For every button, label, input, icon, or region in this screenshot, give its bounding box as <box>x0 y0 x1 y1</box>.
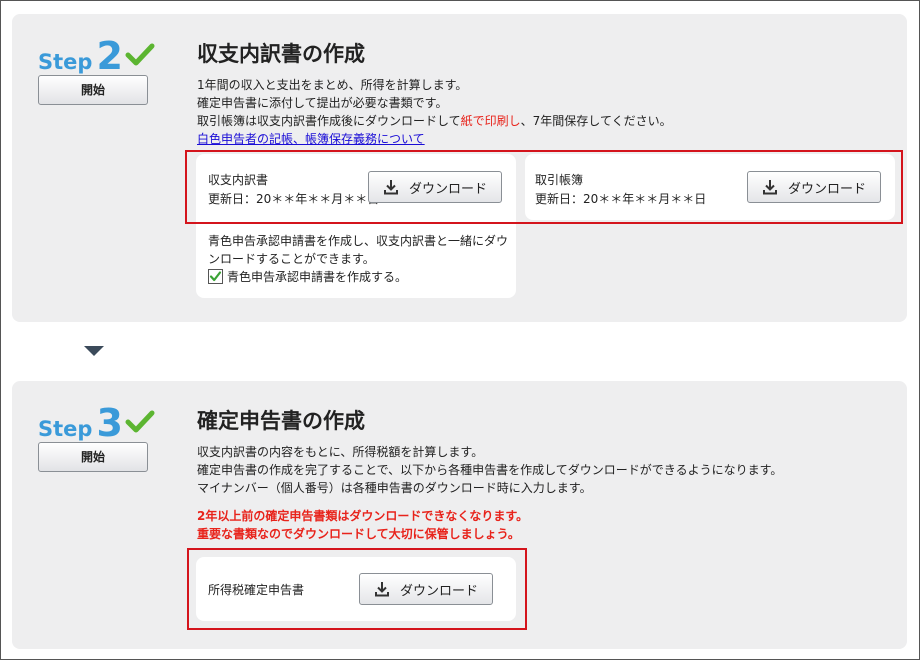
step2-desc-line2: 確定申告書に添付して提出が必要な書類です。 <box>197 96 448 110</box>
income-statement-download-button[interactable]: ダウンロード <box>368 171 502 203</box>
step3-start-button[interactable]: 開始 <box>38 442 148 472</box>
step2-desc-line3-post: 、7年間保存してください。 <box>520 114 672 128</box>
blue-return-checkbox-row: 青色申告承認申請書を作成する。 <box>208 268 407 285</box>
step2-word: Step <box>38 50 93 74</box>
step2-number: 2 <box>96 34 123 78</box>
download-icon <box>383 179 399 195</box>
blue-return-note: 青色申告承認申請書を作成し、収支内訳書と一緒にダウ ンロードすることができます。 <box>208 232 508 268</box>
step3-title: 確定申告書の作成 <box>197 409 365 433</box>
tax-return-card: 所得税確定申告書 ダウンロード <box>196 557 516 621</box>
transaction-ledger-download-label: ダウンロード <box>787 181 866 197</box>
step3-label: Step 3 <box>38 401 155 445</box>
income-statement-download-label: ダウンロード <box>408 181 487 197</box>
step3-desc-line3: マイナンバー（個人番号）は各種申告書のダウンロード時に入力します。 <box>197 481 592 495</box>
income-statement-card: 収支内訳書 更新日：20＊＊年＊＊月＊＊日 ダウンロード 青色申告承認申請書を作… <box>196 154 516 298</box>
download-icon <box>762 179 778 195</box>
step2-content: 収支内訳書の作成 1年間の収入と支出をまとめ、所得を計算します。 確定申告書に添… <box>197 38 672 148</box>
tax-return-download-label: ダウンロード <box>399 583 478 599</box>
step3-desc-line1: 収支内訳書の内容をもとに、所得税額を計算します。 <box>197 445 484 459</box>
blue-return-checkbox[interactable] <box>208 269 223 284</box>
download-icon <box>374 581 390 597</box>
blue-return-checkbox-label: 青色申告承認申請書を作成する。 <box>227 270 408 284</box>
transaction-ledger-name: 取引帳簿 <box>535 173 584 187</box>
arrow-down-icon <box>84 346 104 356</box>
checkmark-icon <box>125 410 155 434</box>
step3-number: 3 <box>96 401 123 445</box>
step2-label: Step 2 <box>38 34 155 78</box>
step3-word: Step <box>38 417 93 441</box>
step3-content: 確定申告書の作成 収支内訳書の内容をもとに、所得税額を計算します。 確定申告書の… <box>197 405 782 543</box>
step2-desc-line1: 1年間の収入と支出をまとめ、所得を計算します。 <box>197 78 468 92</box>
tax-return-name: 所得税確定申告書 <box>208 583 305 597</box>
bookkeeping-obligation-link[interactable]: 白色申告者の記帳、帳簿保存義務について <box>197 130 672 148</box>
step2-desc-line3-pre: 取引帳簿は収支内訳書作成後にダウンロードして <box>197 114 461 128</box>
income-statement-updated: 更新日：20＊＊年＊＊月＊＊日 <box>208 192 380 206</box>
income-statement-name: 収支内訳書 <box>208 173 269 187</box>
transaction-ledger-download-button[interactable]: ダウンロード <box>747 171 881 203</box>
step2-start-button[interactable]: 開始 <box>38 75 148 105</box>
step3-desc-line2: 確定申告書の作成を完了することで、以下から各種申告書を作成してダウンロードができ… <box>197 463 783 477</box>
step2-panel: Step 2 開始 収支内訳書の作成 1年間の収入と支出をまとめ、所得を計算します… <box>12 14 907 322</box>
blue-return-note-line1: 青色申告承認申請書を作成し、収支内訳書と一緒にダウ <box>208 234 509 248</box>
step2-desc-line3: 取引帳簿は収支内訳書作成後にダウンロードして紙で印刷し、7年間保存してください。 <box>197 112 672 130</box>
blue-return-note-line2: ンロードすることができます。 <box>208 252 375 266</box>
print-on-paper-emphasis: 紙で印刷し <box>460 114 521 128</box>
transaction-ledger-updated: 更新日：20＊＊年＊＊月＊＊日 <box>535 192 707 206</box>
checkmark-icon <box>125 43 155 67</box>
step3-warning-line1: 2年以上前の確定申告書類はダウンロードできなくなります。 <box>197 509 529 523</box>
step3-panel: Step 3 開始 確定申告書の作成 収支内訳書の内容をもとに、所得税額を計算しま… <box>12 381 907 649</box>
tax-return-download-button[interactable]: ダウンロード <box>359 573 493 605</box>
step2-title: 収支内訳書の作成 <box>197 42 365 66</box>
transaction-ledger-card: 取引帳簿 更新日：20＊＊年＊＊月＊＊日 ダウンロード <box>525 154 895 220</box>
step3-warning-line2: 重要な書類なのでダウンロードして大切に保管しましょう。 <box>197 527 520 541</box>
